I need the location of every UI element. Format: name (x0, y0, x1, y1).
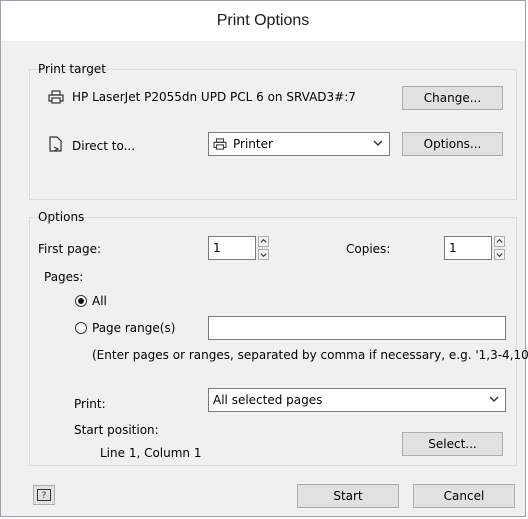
chevron-up-icon (260, 238, 267, 243)
options-group-title: Options (38, 210, 85, 224)
radio-page-range-label[interactable]: Page range(s) (92, 321, 175, 335)
print-target-group: Print target HP LaserJet P2055dn UPD PCL… (29, 62, 517, 200)
radio-all-label[interactable]: All (92, 294, 107, 308)
first-page-down-button[interactable] (258, 249, 269, 260)
print-target-group-title: Print target (38, 62, 106, 76)
direct-to-value: Printer (233, 137, 273, 151)
pages-label: Pages: (44, 270, 84, 284)
copies-label: Copies: (346, 242, 391, 256)
page-range-hint: (Enter pages or ranges, separated by com… (92, 348, 528, 362)
help-button[interactable]: ? (33, 485, 55, 505)
chevron-up-icon (496, 238, 503, 243)
start-position-value: Line 1, Column 1 (100, 446, 202, 460)
radio-all[interactable] (75, 295, 87, 307)
print-label: Print: (74, 397, 106, 411)
printer-icon (213, 138, 227, 150)
chevron-down-icon (489, 396, 499, 402)
print-select-value: All selected pages (213, 393, 323, 407)
title-bar: Print Options (1, 1, 525, 41)
direct-to-select[interactable]: Printer (208, 132, 390, 156)
select-start-position-button[interactable]: Select... (402, 432, 503, 456)
page-range-input[interactable] (208, 316, 506, 340)
options-group: Options First page: 1 Copies: 1 Pages: A… (29, 210, 528, 466)
document-arrow-icon (49, 136, 62, 152)
first-page-stepper[interactable] (258, 236, 269, 260)
first-page-label: First page: (38, 242, 102, 256)
direct-to-label: Direct to... (72, 139, 136, 153)
dialog-title: Print Options (216, 12, 310, 29)
printer-name: HP LaserJet P2055dn UPD PCL 6 on SRVAD3#… (72, 90, 356, 104)
svg-text:?: ? (42, 491, 47, 501)
copies-down-button[interactable] (494, 249, 505, 260)
printer-icon (48, 90, 64, 104)
help-icon: ? (37, 489, 51, 501)
copies-stepper[interactable] (494, 236, 505, 260)
options-button[interactable]: Options... (402, 132, 503, 156)
chevron-down-icon (260, 253, 267, 258)
change-printer-button[interactable]: Change... (402, 86, 503, 110)
print-select[interactable]: All selected pages (208, 388, 506, 412)
radio-page-range[interactable] (75, 322, 87, 334)
start-button[interactable]: Start (297, 484, 399, 508)
first-page-up-button[interactable] (258, 236, 269, 247)
chevron-down-icon (496, 253, 503, 258)
chevron-down-icon (373, 140, 383, 146)
copies-up-button[interactable] (494, 236, 505, 247)
copies-input[interactable]: 1 (444, 236, 492, 260)
start-position-label: Start position: (74, 423, 159, 437)
cancel-button[interactable]: Cancel (413, 484, 515, 508)
print-options-dialog: Print Options Print target HP LaserJet P… (0, 0, 528, 517)
first-page-input[interactable]: 1 (208, 236, 256, 260)
